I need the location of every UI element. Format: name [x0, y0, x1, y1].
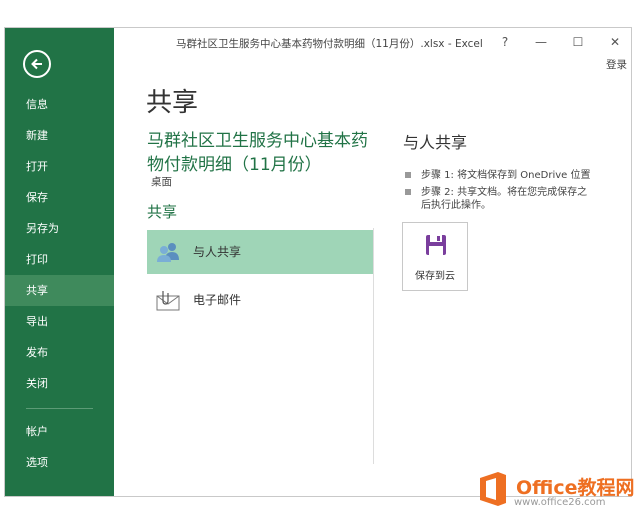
office-logo-icon	[480, 472, 506, 506]
nav-save-as[interactable]: 另存为	[5, 213, 114, 244]
back-button[interactable]	[23, 50, 51, 78]
step-2-text: 步骤 2: 共享文档。将在您完成保存之 后执行此操作。	[421, 186, 587, 212]
step-1-text: 步骤 1: 将文档保存到 OneDrive 位置	[421, 170, 591, 181]
nav-account[interactable]: 帐户	[5, 416, 114, 447]
share-with-people-option[interactable]: 与人共享	[147, 230, 373, 274]
title-bar: 马群社区卫生服务中心基本药物付款明细（11月份）.xlsx - Excel ? …	[114, 28, 631, 58]
help-button[interactable]: ?	[495, 32, 515, 52]
document-title-line2: 物付款明细（11月份）	[147, 155, 322, 175]
page-title: 共享	[146, 88, 199, 118]
nav-publish[interactable]: 发布	[5, 337, 114, 368]
nav-options[interactable]: 选项	[5, 447, 114, 478]
watermark-url: www.office26.com	[514, 497, 606, 508]
watermark: Office教程网 www.office26.com	[474, 469, 639, 511]
email-option[interactable]: 电子邮件	[147, 278, 373, 322]
nav-print[interactable]: 打印	[5, 244, 114, 275]
email-label: 电子邮件	[193, 293, 242, 307]
nav-close[interactable]: 关闭	[5, 368, 114, 399]
save-to-cloud-button[interactable]: 保存到云	[402, 222, 468, 291]
backstage-sidebar: 信息 新建 打开 保存 另存为 打印 共享 导出 发布 关闭 帐户 选项	[5, 28, 114, 496]
minimize-button[interactable]: —	[531, 32, 551, 52]
save-disk-icon	[426, 235, 446, 255]
share-with-people-title: 与人共享	[403, 133, 468, 152]
nav-new[interactable]: 新建	[5, 120, 114, 151]
nav-open[interactable]: 打开	[5, 151, 114, 182]
share-with-people-label: 与人共享	[193, 245, 242, 259]
people-icon	[157, 243, 179, 262]
step-bullet	[405, 172, 411, 178]
nav-share[interactable]: 共享	[5, 275, 114, 306]
pane-divider	[373, 228, 374, 464]
step-2-text-line2: 后执行此操作。	[421, 200, 491, 211]
nav-info[interactable]: 信息	[5, 89, 114, 120]
step-bullet	[405, 189, 411, 195]
share-section-title: 共享	[147, 203, 178, 221]
back-arrow-icon	[31, 58, 42, 70]
maximize-button[interactable]: ☐	[568, 32, 588, 52]
nav-export[interactable]: 导出	[5, 306, 114, 337]
document-location: 桌面	[151, 176, 172, 188]
document-title-line1: 马群社区卫生服务中心基本药	[147, 131, 368, 151]
step-2-text-line1: 步骤 2: 共享文档。将在您完成保存之	[421, 187, 588, 198]
watermark-text: Office教程网	[516, 477, 635, 499]
nav-save[interactable]: 保存	[5, 182, 114, 213]
nav-divider	[26, 408, 93, 409]
save-to-cloud-label: 保存到云	[415, 271, 455, 282]
email-attachment-icon	[156, 291, 180, 311]
document-title: 马群社区卫生服务中心基本药 物付款明细（11月份）	[147, 129, 387, 177]
close-button[interactable]: ✕	[605, 32, 625, 52]
login-link[interactable]: 登录	[606, 57, 627, 72]
excel-window: 信息 新建 打开 保存 另存为 打印 共享 导出 发布 关闭 帐户 选项 马群社…	[4, 27, 632, 497]
window-title: 马群社区卫生服务中心基本药物付款明细（11月份）.xlsx - Excel	[176, 38, 483, 50]
